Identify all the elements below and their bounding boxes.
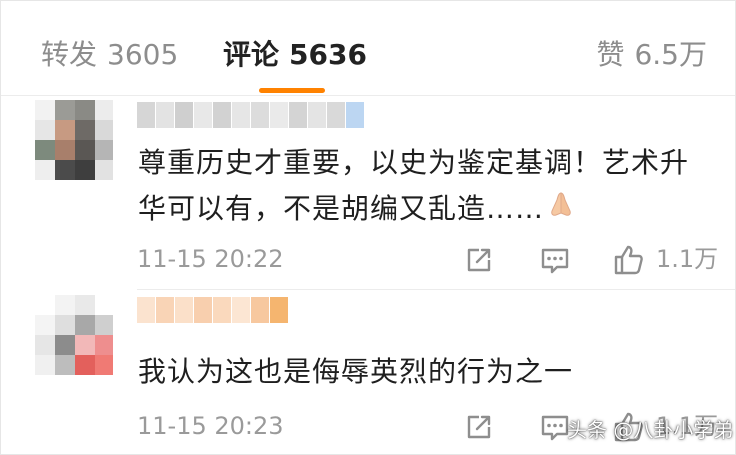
like-count: 1.1万 [656,245,719,273]
avatar[interactable] [35,295,113,385]
comment-text: 我认为这也是侮辱英烈的行为之一 [138,355,574,388]
comment-item: 尊重历史才重要，以史为鉴定基调！艺术升华可以有，不是胡编又乱造…… 11-15 … [1,96,735,290]
like-button[interactable] [611,242,647,278]
comment-time: 11-15 20:22 [137,245,284,273]
share-icon [467,415,491,439]
tab-likes-label: 赞 [596,38,625,71]
share-button[interactable] [461,242,497,278]
username-blurred[interactable] [137,102,365,132]
share-icon [467,248,491,272]
comment-divider [137,289,735,290]
tab-comments-label: 评论 [223,38,280,71]
comment-time: 11-15 20:23 [137,412,284,440]
active-tab-indicator [259,88,325,93]
tab-likes-count: 6.5万 [634,38,707,71]
like-icon [614,245,643,275]
tab-repost-label: 转发 [41,38,98,71]
tab-repost[interactable]: 转发 3605 [41,35,178,75]
tab-repost-count: 3605 [107,38,179,71]
share-button[interactable] [461,409,497,445]
watermark: 头条 @八卦小学弟 [567,418,734,442]
comment-text: 尊重历史才重要，以史为鉴定基调！艺术升华可以有，不是胡编又乱造…… [138,140,713,233]
username-blurred[interactable] [137,297,289,327]
tab-comments-count: 5636 [289,38,367,71]
tab-bar: 转发 3605 评论 5636 赞 6.5万 [1,1,735,96]
reply-icon [541,248,569,274]
avatar[interactable] [35,100,113,190]
tab-comments[interactable]: 评论 5636 [223,35,367,75]
comment-text-body: 尊重历史才重要，以史为鉴定基调！艺术升华可以有，不是胡编又乱造…… [138,146,690,225]
weibo-comments-panel: 转发 3605 评论 5636 赞 6.5万 尊重历史才重要，以史为鉴定基调！艺… [0,0,736,455]
reply-button[interactable] [537,242,573,278]
folded-hands-emoji [546,187,576,233]
tab-likes[interactable]: 赞 6.5万 [596,35,707,75]
